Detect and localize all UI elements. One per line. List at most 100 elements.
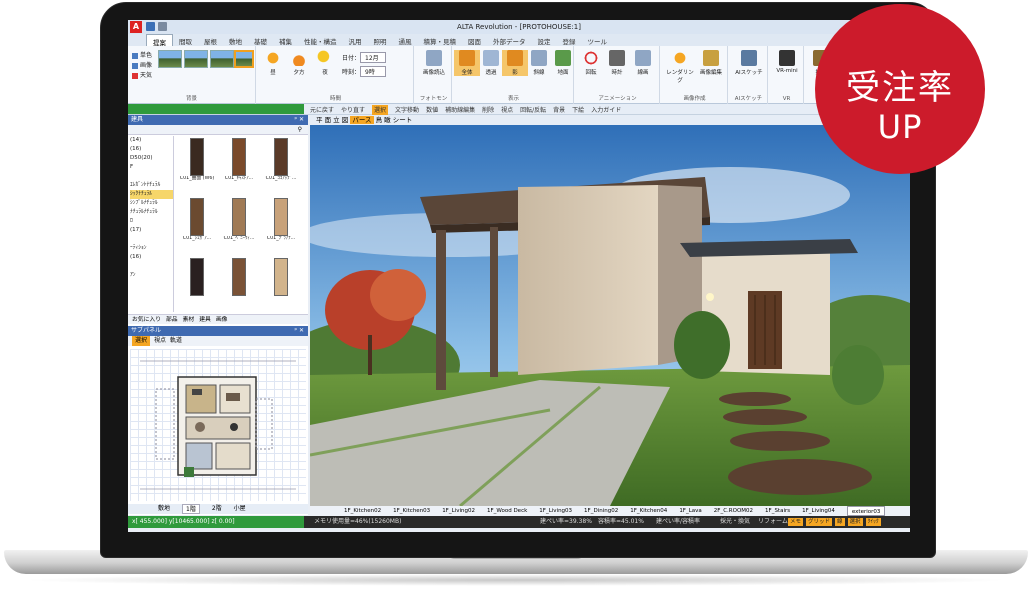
load-image-button[interactable]: 画像読込 — [421, 50, 447, 76]
ribbon-tab[interactable]: 登録 — [557, 34, 582, 46]
category-item[interactable]: ｰﾃｨｼｮﾝ — [130, 244, 173, 253]
category-item[interactable]: ﾅﾁｭﾗﾙﾅﾁｭﾗﾙ — [130, 208, 173, 217]
ribbon-tab[interactable]: 設定 — [532, 34, 557, 46]
night-button[interactable]: 夜 — [312, 50, 338, 76]
time-field[interactable]: 時刻： 9時 — [342, 66, 387, 77]
ratio-link[interactable]: 建ぺい率/容積率 — [656, 516, 700, 528]
background-thumb-1[interactable] — [158, 50, 182, 68]
ribbon-tab[interactable]: 屋根 — [198, 34, 223, 46]
clock-button[interactable]: 時計 — [604, 50, 630, 76]
scene-tab[interactable]: 1F_Kitchen04 — [630, 506, 667, 516]
ribbon-tab[interactable]: 積算・見積 — [418, 34, 463, 46]
all-button[interactable]: 全体 — [454, 50, 480, 76]
category-item[interactable]: ｼｯｸﾅﾁｭﾗﾙ — [130, 190, 173, 199]
category-item[interactable]: ｼﾝﾌﾟﾙﾅﾁｭﾗﾙ — [130, 199, 173, 208]
subpanel-tab[interactable]: 軌道 — [170, 336, 182, 346]
search-icon[interactable]: ⚲ — [298, 126, 302, 133]
category-item[interactable]: (17) — [130, 226, 173, 235]
vr-mini-button[interactable]: VR-mini — [773, 50, 801, 74]
category-item[interactable]: ﾛ — [130, 217, 173, 226]
door-item[interactable]: C01_曲面 (W6) — [178, 138, 216, 196]
door-item[interactable] — [220, 258, 258, 316]
status-button[interactable]: 線 — [835, 518, 845, 526]
door-item[interactable]: C01_ﾌﾟﾗｱﾅ... — [262, 198, 300, 256]
transparent-button[interactable]: 透過 — [478, 50, 504, 76]
rendering-button[interactable]: レンダリング — [664, 50, 696, 84]
floor-tab[interactable]: 2階 — [212, 504, 222, 514]
option-weather[interactable]: 天気 — [132, 70, 152, 79]
status-button[interactable]: ｸｲｯｸ — [865, 518, 881, 526]
floor-tab[interactable]: 敷地 — [158, 504, 170, 514]
reform-link[interactable]: リフォーム — [758, 516, 788, 528]
status-button[interactable]: 選択 — [847, 518, 863, 526]
scene-tab[interactable]: 1F_Living04 — [802, 506, 835, 516]
view-plan-tab[interactable]: 平 — [316, 116, 323, 124]
door-item[interactable] — [262, 258, 300, 316]
door-item[interactable]: C01_ｷｬｽﾄｱ... — [220, 138, 258, 196]
door-item[interactable]: C01_ｺｺｱｯﾌﾟ... — [262, 138, 300, 196]
close-icon[interactable]: ᵖ ✕ — [294, 115, 304, 125]
library-tab[interactable]: 部品 — [166, 315, 178, 324]
category-item[interactable]: F — [130, 163, 173, 172]
ribbon-tab[interactable]: 通風 — [393, 34, 418, 46]
noon-button[interactable]: 昼 — [260, 50, 286, 76]
hatch-button[interactable]: 斜線 — [526, 50, 552, 76]
view-aerial-tab[interactable]: 瞰 — [384, 116, 391, 124]
view-sheet-tab[interactable]: シート — [393, 116, 413, 124]
view-standing-tab[interactable]: 立 — [333, 116, 340, 124]
library-tab[interactable]: 素材 — [183, 315, 195, 324]
scene-tab[interactable]: 1F_Kitchen02 — [344, 506, 381, 516]
scene-tab[interactable]: 1F_Lava — [679, 506, 701, 516]
ribbon-tab[interactable]: 外部データ — [487, 34, 532, 46]
evening-button[interactable]: 夕方 — [286, 50, 312, 76]
close-icon[interactable]: ᵖ ✕ — [294, 326, 304, 336]
ribbon-tab[interactable]: 基礎 — [248, 34, 273, 46]
door-item[interactable]: C01_ｼｭｶﾞｱ... — [178, 198, 216, 256]
category-item[interactable] — [130, 172, 173, 181]
ribbon-tab[interactable]: 照明 — [368, 34, 393, 46]
scene-tab[interactable]: 1F_Living02 — [442, 506, 475, 516]
status-button[interactable]: メモ — [788, 518, 804, 526]
scene-tab[interactable]: 1F_Living03 — [539, 506, 572, 516]
line-drawing-button[interactable]: 線画 — [630, 50, 656, 76]
library-tab[interactable]: お気に入り — [132, 315, 161, 324]
background-thumb-4[interactable] — [234, 50, 254, 68]
view-perspective-tab[interactable]: パース — [350, 116, 374, 124]
scene-tab[interactable]: 1F_Dining02 — [584, 506, 618, 516]
date-field[interactable]: 日付： 12月 — [342, 52, 387, 63]
floor-tab[interactable]: 小屋 — [234, 504, 246, 514]
ai-sketch-button[interactable]: AIスケッチ — [734, 50, 764, 76]
ground-button[interactable]: 地面 — [550, 50, 576, 76]
scene-tab[interactable]: 1F_Wood Deck — [487, 506, 527, 516]
library-tab[interactable]: 画像 — [216, 315, 228, 324]
category-item[interactable] — [130, 262, 173, 271]
ribbon-tab[interactable]: 補集 — [273, 34, 298, 46]
ribbon-tab[interactable]: ツール — [582, 34, 614, 46]
option-image[interactable]: 画像 — [132, 60, 152, 69]
door-item[interactable] — [178, 258, 216, 316]
lighting-ventilation-link[interactable]: 採光・換気 — [720, 516, 750, 528]
library-tab[interactable]: 建具 — [199, 315, 211, 324]
subpanel-tab[interactable]: 視点 — [154, 336, 166, 346]
ribbon-tab[interactable]: 間取 — [173, 34, 198, 46]
rotate-button[interactable]: 回転 — [578, 50, 604, 76]
scene-tab[interactable]: 1F_Stairs — [765, 506, 790, 516]
category-item[interactable] — [130, 235, 173, 244]
ribbon-tab[interactable]: 汎用 — [343, 34, 368, 46]
background-thumb-3[interactable] — [210, 50, 234, 68]
door-item[interactable]: C01_ﾍﾞﾆｰｳｨ... — [220, 198, 258, 256]
category-item[interactable]: (14) — [130, 136, 173, 145]
3d-viewport[interactable] — [310, 125, 910, 506]
image-edit-button[interactable]: 画像編集 — [696, 50, 726, 76]
shadow-button[interactable]: 影 — [502, 50, 528, 76]
view-bird-tab[interactable]: 鳥 — [376, 116, 383, 124]
ribbon-tab[interactable]: 敷地 — [223, 34, 248, 46]
scene-tab[interactable]: exterior03 — [846, 506, 886, 516]
view-elevation-tab[interactable]: 面 — [325, 116, 332, 124]
option-solid[interactable]: 単色 — [132, 50, 152, 59]
category-item[interactable]: D50(20) — [130, 154, 173, 163]
category-item[interactable]: (16) — [130, 253, 173, 262]
scene-tab[interactable]: 2F_C.ROOM02 — [714, 506, 753, 516]
ribbon-tab[interactable]: 性能・構造 — [298, 34, 343, 46]
category-item[interactable]: ｴﾚｶﾞﾝﾄﾅﾁｭﾗﾙ — [130, 181, 173, 190]
